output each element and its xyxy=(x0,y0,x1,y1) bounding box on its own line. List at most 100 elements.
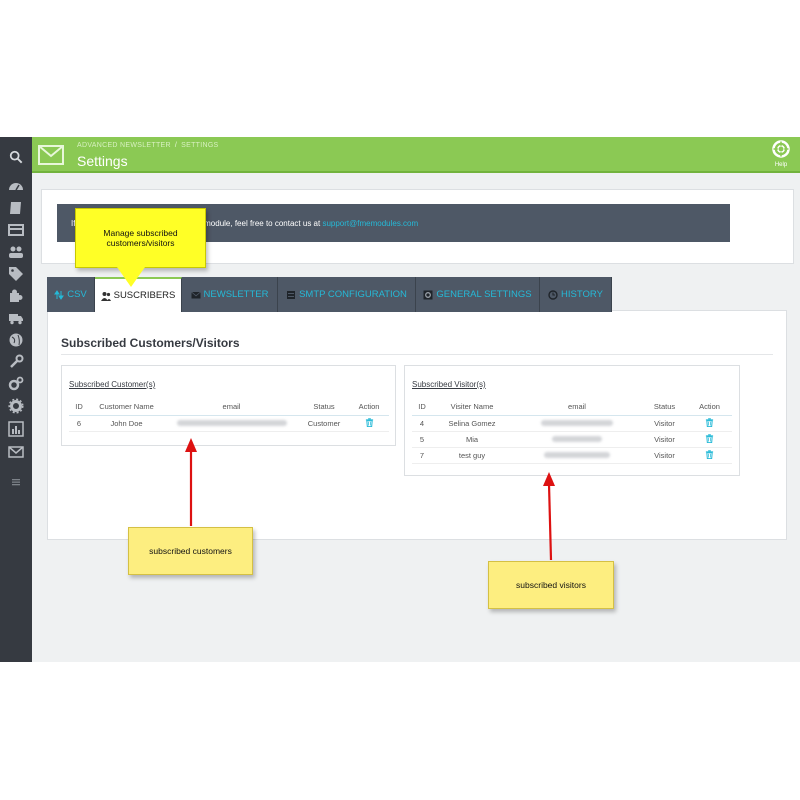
cell-action xyxy=(687,431,732,448)
trash-icon[interactable] xyxy=(365,417,374,427)
cell-email xyxy=(512,447,642,464)
callout-subscribed-visitors: subscribed visitors xyxy=(488,561,614,609)
table-row: 5 Mia Visitor xyxy=(412,431,732,448)
breadcrumb: ADVANCED NEWSLETTER / SETTINGS xyxy=(77,142,219,149)
customers-panel: Subscribed Customer(s) ID Customer Name … xyxy=(61,365,396,446)
tab-history[interactable]: HISTORY xyxy=(540,277,612,312)
column-header: Action xyxy=(349,398,389,416)
breadcrumb-item[interactable]: SETTINGS xyxy=(181,142,218,149)
tab-label: NEWSLETTER xyxy=(203,289,269,300)
envelope-icon xyxy=(38,145,64,165)
cell-action xyxy=(687,415,732,432)
cell-status: Visitor xyxy=(642,415,687,432)
customers-title: Subscribed Customer(s) xyxy=(69,380,156,389)
cell-name: Mia xyxy=(432,431,512,448)
divider xyxy=(61,354,773,355)
cell-action xyxy=(349,415,389,432)
column-header: Status xyxy=(642,398,687,416)
tab-smtp-configuration[interactable]: SMTP CONFIGURATION xyxy=(278,277,416,312)
cell-id: 4 xyxy=(412,415,432,432)
page-header: ADVANCED NEWSLETTER / SETTINGS Settings He… xyxy=(32,137,800,173)
visitors-table: ID Visiter Name email Status Action 4 Se… xyxy=(412,398,732,464)
trash-icon[interactable] xyxy=(705,433,714,443)
cell-id: 6 xyxy=(69,415,89,432)
help-button[interactable]: Help xyxy=(770,140,792,168)
redacted-email xyxy=(541,419,613,426)
tab-general-settings[interactable]: GENERAL SETTINGS xyxy=(416,277,540,312)
stats-icon[interactable] xyxy=(0,418,32,440)
column-header: Customer Name xyxy=(89,398,164,416)
advanced-icon[interactable] xyxy=(0,373,32,395)
dashboard-icon[interactable] xyxy=(0,175,32,197)
envelope-icon xyxy=(190,291,201,298)
tags-icon[interactable] xyxy=(0,263,32,285)
tab-label: SUSCRIBERS xyxy=(113,290,176,301)
cell-id: 5 xyxy=(412,431,432,448)
customers-table: ID Customer Name email Status Action 6 J… xyxy=(69,398,389,432)
shipping-icon[interactable] xyxy=(0,307,32,329)
users-icon xyxy=(100,291,111,301)
column-header: email xyxy=(164,398,299,416)
column-header: ID xyxy=(69,398,89,416)
cell-email xyxy=(512,431,642,448)
sidebar xyxy=(0,137,32,662)
column-header: ID xyxy=(412,398,432,416)
cell-status: Visitor xyxy=(642,447,687,464)
cell-name: John Doe xyxy=(89,415,164,432)
clock-icon xyxy=(548,289,558,300)
catalog-icon[interactable] xyxy=(0,219,32,241)
tab-newsletter[interactable]: NEWSLETTER xyxy=(182,277,278,312)
callout-subscribed-customers: subscribed customers xyxy=(128,527,253,575)
cell-action xyxy=(687,447,732,464)
column-header: Status xyxy=(299,398,349,416)
cell-name: Selina Gomez xyxy=(432,415,512,432)
tools-icon[interactable] xyxy=(0,351,32,373)
redacted-email xyxy=(552,435,602,442)
customers-icon[interactable] xyxy=(0,241,32,263)
table-header-row: ID Visiter Name email Status Action xyxy=(412,398,732,416)
visitors-title: Subscribed Visitor(s) xyxy=(412,380,486,389)
cell-status: Customer xyxy=(299,415,349,432)
visitors-panel: Subscribed Visitor(s) ID Visiter Name em… xyxy=(404,365,740,476)
table-row: 6 John Doe Customer xyxy=(69,415,389,432)
table-header-row: ID Customer Name email Status Action xyxy=(69,398,389,416)
orders-icon[interactable] xyxy=(0,197,32,219)
localization-icon[interactable] xyxy=(0,329,32,351)
cell-id: 7 xyxy=(412,447,432,464)
tab-label: CSV xyxy=(67,289,87,300)
cell-email xyxy=(164,415,299,432)
trash-icon[interactable] xyxy=(705,417,714,427)
tab-label: HISTORY xyxy=(561,289,603,300)
callout-tail xyxy=(117,267,145,287)
column-header: Action xyxy=(687,398,732,416)
callout-manage-subscribers: Manage subscribed customers/visitors xyxy=(75,208,206,268)
newsletter-icon[interactable] xyxy=(0,441,32,463)
modules-icon[interactable] xyxy=(0,285,32,307)
redacted-email xyxy=(544,451,610,458)
table-row: 7 test guy Visitor xyxy=(412,447,732,464)
menu-collapse-icon[interactable] xyxy=(0,471,32,493)
trash-icon[interactable] xyxy=(705,449,714,459)
column-header: Visiter Name xyxy=(432,398,512,416)
page-title: Settings xyxy=(77,153,128,169)
search-icon[interactable] xyxy=(0,146,32,168)
tab-label: GENERAL SETTINGS xyxy=(436,289,532,300)
redacted-email xyxy=(176,419,287,426)
help-label: Help xyxy=(774,162,788,168)
section-title: Subscribed Customers/Visitors xyxy=(61,336,240,350)
column-header: email xyxy=(512,398,642,416)
cell-status: Visitor xyxy=(642,431,687,448)
support-email-link[interactable]: support@fmemodules.com xyxy=(322,219,418,228)
breadcrumb-separator: / xyxy=(174,142,178,149)
sort-icon xyxy=(54,289,65,300)
tab-csv[interactable]: CSV xyxy=(47,277,95,312)
cell-email xyxy=(512,415,642,432)
info-message: s module, feel free to contact us at xyxy=(197,219,321,228)
breadcrumb-item[interactable]: ADVANCED NEWSLETTER xyxy=(77,142,171,149)
main-panel: Subscribed Customers/Visitors Subscribed… xyxy=(47,310,787,540)
cell-name: test guy xyxy=(432,447,512,464)
cog-icon xyxy=(423,290,433,299)
lifebuoy-icon xyxy=(772,140,790,158)
table-row: 4 Selina Gomez Visitor xyxy=(412,415,732,432)
settings-icon[interactable] xyxy=(0,395,32,417)
